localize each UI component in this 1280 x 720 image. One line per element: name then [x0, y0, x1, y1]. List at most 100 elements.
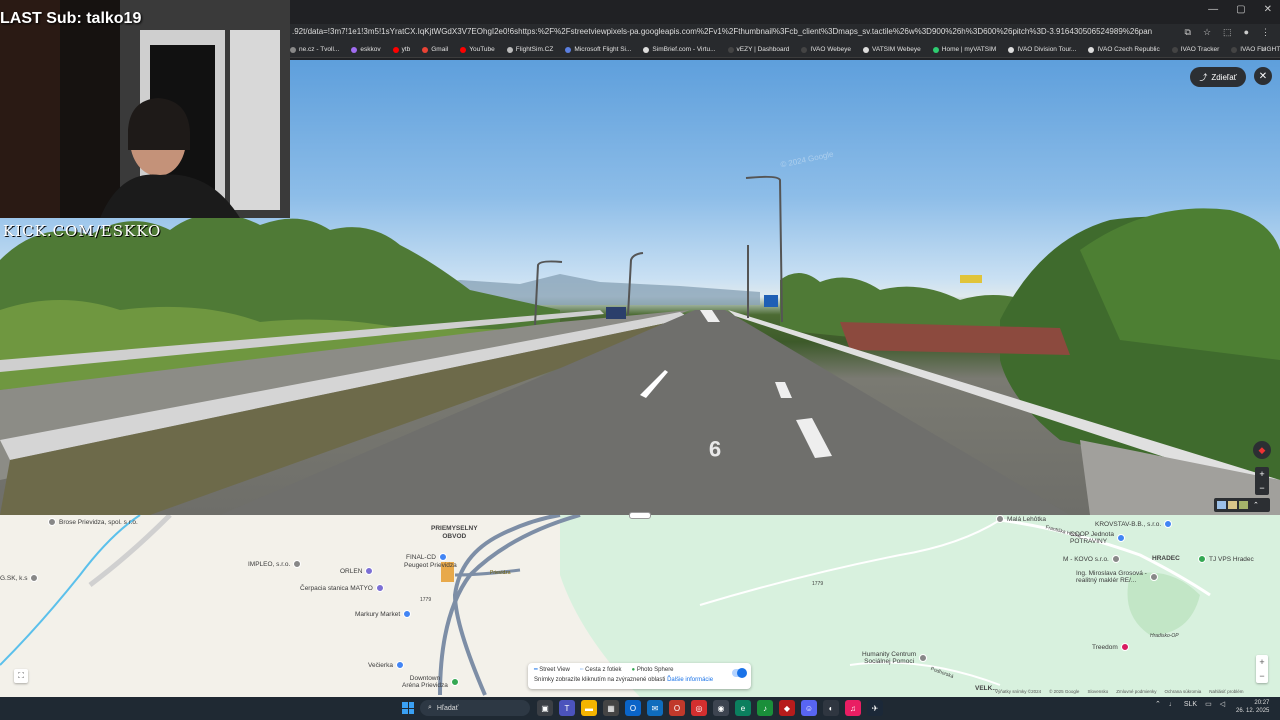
bookmark-item[interactable]: Home | myVATSIM: [932, 46, 996, 53]
discord-icon[interactable]: ☺: [801, 700, 817, 716]
clock[interactable]: 20:27 26. 12. 2025: [1236, 699, 1269, 715]
network-icon[interactable]: ▭: [1205, 700, 1212, 708]
map-footer-link[interactable]: Výňatky snímky ©2024: [995, 689, 1041, 694]
bookmark-item[interactable]: ne.cz - Tvoll...: [290, 46, 339, 53]
map-footer-link[interactable]: Ochrana súkromia: [1164, 689, 1201, 694]
volume-icon[interactable]: ◁: [1220, 700, 1225, 708]
poi-brose[interactable]: Brose Prievidza, spol. s r.o.: [48, 518, 138, 526]
cast-icon[interactable]: ⧉: [1185, 27, 1191, 38]
bookmark-item[interactable]: IVAO Czech Republic: [1088, 46, 1160, 53]
poi-downtown-arena[interactable]: Downtown Aréna Prievidza: [402, 675, 459, 689]
store-icon[interactable]: ▦: [603, 700, 619, 716]
map-zoom-out-icon[interactable]: −: [1259, 671, 1264, 681]
poi-orlen[interactable]: ORLEN: [340, 567, 374, 575]
legend-label: Photo Sphere: [636, 666, 674, 673]
street-view-toggle[interactable]: [732, 668, 747, 678]
start-icon[interactable]: [402, 702, 414, 714]
bookmark-item[interactable]: Gmail: [422, 46, 448, 53]
poi-tj-vps[interactable]: TJ VPS Hradec: [1198, 555, 1254, 563]
more-info-link[interactable]: Ďalšie informácie: [667, 677, 713, 683]
app-icon[interactable]: ◆: [779, 700, 795, 716]
bookmark-item[interactable]: FlightSim.CZ: [506, 46, 553, 53]
poi-treedom[interactable]: Treedom: [1092, 643, 1129, 651]
road-number: 1779: [420, 597, 432, 603]
compass-icon[interactable]: ◆: [1253, 441, 1271, 459]
map-footer-link[interactable]: Zmluvné podmienky: [1116, 689, 1156, 694]
music-icon[interactable]: ♫: [845, 700, 861, 716]
language-indicator[interactable]: SLK: [1184, 701, 1197, 708]
address-bar[interactable]: .92t/data=!3m7!1e1!3m5!1sYratCX.IqKjtWGd…: [290, 24, 1280, 42]
menu-icon[interactable]: ⋮: [1261, 27, 1270, 38]
fullscreen-icon[interactable]: ⛶: [14, 669, 28, 683]
microphone-icon[interactable]: ♩: [1169, 701, 1176, 708]
poi-humanity[interactable]: Humanity Centrum Sociálnej Pomoci: [862, 651, 928, 665]
poi-matyo[interactable]: Čerpacia stanica MATYO: [300, 584, 384, 592]
minimize-icon[interactable]: —: [1208, 4, 1218, 15]
map-footer-link[interactable]: © 2025 Google: [1049, 689, 1079, 694]
opera-gx-icon[interactable]: ◎: [691, 700, 707, 716]
teams-icon[interactable]: T: [559, 700, 575, 716]
bookmark-item[interactable]: SimBrief.com - Virtu...: [643, 46, 716, 53]
url-text[interactable]: .92t/data=!3m7!1e1!3m5!1sYratCX.IqKjtWGd…: [292, 27, 1152, 36]
bookmark-item[interactable]: eskkov: [351, 46, 381, 53]
maximize-icon[interactable]: ▢: [1236, 4, 1245, 15]
bookmark-favicon-icon: [643, 46, 650, 53]
bookmark-item[interactable]: IVAO FLIGHT PLAN: [1231, 46, 1280, 53]
poi-markury[interactable]: Markury Market: [355, 610, 412, 618]
share-button[interactable]: ⤴ Zdieľať: [1190, 67, 1246, 87]
zoom-out-icon[interactable]: −: [1259, 483, 1264, 493]
poi-impleo[interactable]: IMPLEO, s.r.o.: [248, 560, 302, 568]
file-explorer-icon[interactable]: ▬: [581, 700, 597, 716]
bookmark-item[interactable]: vEZY | Dashboard: [727, 46, 789, 53]
extensions-icon[interactable]: ⬚: [1223, 27, 1232, 38]
bookmark-item[interactable]: VATSIM Webeye: [862, 46, 921, 53]
steam-icon[interactable]: ✈: [867, 700, 883, 716]
close-window-icon[interactable]: ✕: [1264, 4, 1272, 15]
expand-icon[interactable]: ⌃: [1253, 501, 1259, 509]
split-drag-handle[interactable]: [629, 512, 651, 519]
bookmark-item[interactable]: ytb: [392, 46, 410, 53]
terrain-thumb[interactable]: [1228, 501, 1237, 509]
close-streetview-button[interactable]: ✕: [1254, 67, 1272, 85]
poi-mala-lehotka[interactable]: Malá Lehôtka: [996, 515, 1046, 523]
obs-icon[interactable]: ◐: [823, 700, 839, 716]
bookmark-item[interactable]: IVAO Tracker: [1171, 46, 1219, 53]
poi-krovstav[interactable]: KROVSTAV-B.B., s.r.o.: [1095, 520, 1173, 528]
map-footer-link[interactable]: Slovensko: [1087, 689, 1108, 694]
poi-label: TJ VPS Hradec: [1209, 555, 1254, 563]
satellite-thumb[interactable]: [1217, 501, 1226, 509]
task-view-icon[interactable]: ▣: [537, 700, 553, 716]
opera-icon[interactable]: O: [669, 700, 685, 716]
poi-label: Brose Prievidza, spol. s r.o.: [59, 518, 138, 526]
poi-gsk[interactable]: G.SK, k.s: [0, 574, 39, 582]
mail-icon[interactable]: ✉: [647, 700, 663, 716]
edge-icon[interactable]: e: [735, 700, 751, 716]
bookmark-star-icon[interactable]: ☆: [1203, 27, 1211, 38]
tray-chevron-icon[interactable]: ⌃: [1155, 700, 1161, 708]
legend-label: Street View: [539, 667, 570, 673]
poi-grosova[interactable]: Ing. Miroslava Grosová - realitný maklér…: [1076, 570, 1158, 584]
bookmark-label: ne.cz - Tvoll...: [299, 46, 340, 53]
map-thumb[interactable]: [1239, 501, 1248, 509]
poi-vecierka[interactable]: Večierka: [368, 661, 404, 669]
poi-final-cd[interactable]: FINAL-CD: [406, 553, 447, 561]
map-zoom-in-icon[interactable]: +: [1259, 657, 1264, 667]
road-number: 1779: [812, 581, 824, 587]
map-footer-link[interactable]: Nahlásiť problém: [1209, 689, 1243, 694]
layers-control[interactable]: ⌃: [1214, 498, 1270, 512]
outlook-icon[interactable]: O: [625, 700, 641, 716]
poi-peugeot[interactable]: Peugeot Prievidza: [404, 562, 457, 569]
profile-icon[interactable]: ●: [1244, 27, 1249, 38]
bookmark-item[interactable]: IVAO Division Tour...: [1008, 46, 1076, 53]
bookmark-item[interactable]: IVAO Webeye: [801, 46, 851, 53]
zoom-in-icon[interactable]: +: [1259, 469, 1264, 479]
bookmark-label: Microsoft Flight Si...: [574, 46, 632, 53]
bookmark-item[interactable]: Microsoft Flight Si...: [565, 46, 631, 53]
bookmark-item[interactable]: YouTube: [460, 46, 495, 53]
street-label-hradisko: Hradisko-OP: [1150, 633, 1179, 639]
poi-mkovo[interactable]: M - KOVO s.r.o.: [1063, 555, 1120, 563]
bookmarks-overflow-icon[interactable]: »: [1262, 44, 1266, 53]
spotify-icon[interactable]: ♪: [757, 700, 773, 716]
chrome-icon[interactable]: ◉: [713, 700, 729, 716]
taskbar-search[interactable]: ⌕ Hľadať: [420, 700, 530, 716]
